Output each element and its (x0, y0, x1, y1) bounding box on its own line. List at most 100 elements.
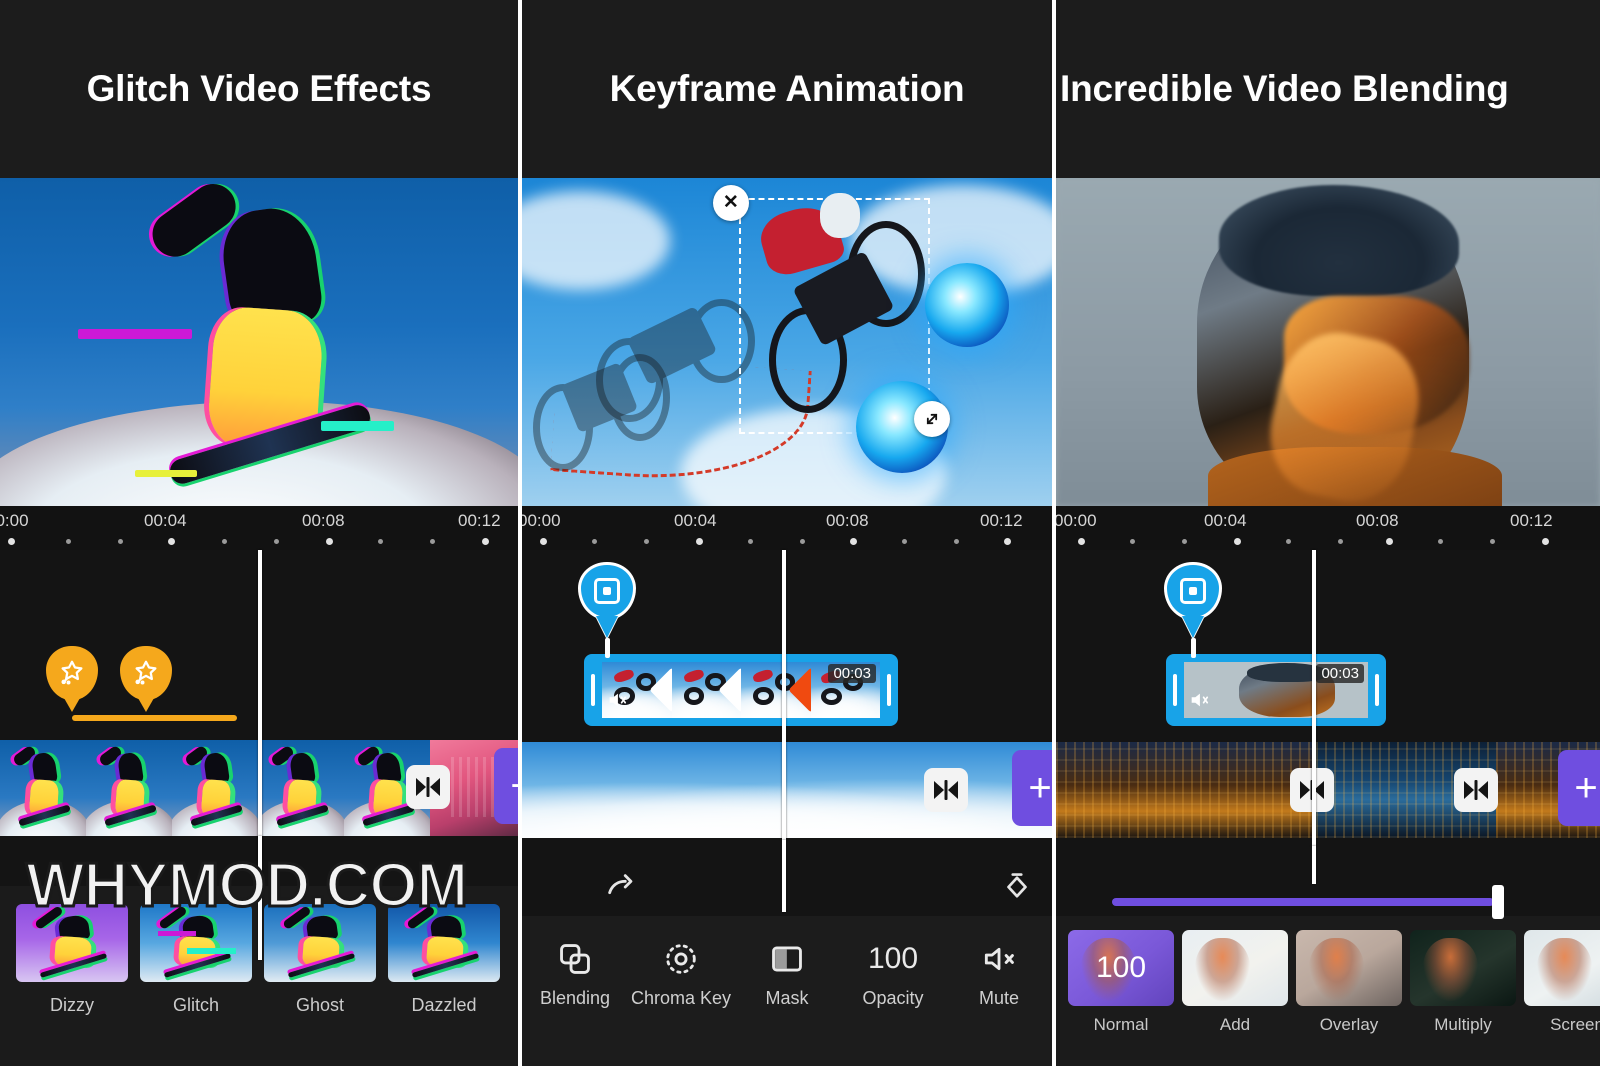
effect-item-dazzled[interactable]: Dazzled (382, 904, 506, 1066)
blend-label: Overlay (1319, 1015, 1379, 1034)
effect-marker[interactable] (46, 646, 98, 712)
add-clip-button[interactable]: + (494, 748, 518, 824)
timeline[interactable]: 00:03 + (522, 550, 1052, 964)
ruler-tick-label: 00:00 (1056, 511, 1097, 530)
background-clip[interactable] (522, 742, 1052, 838)
video-preview[interactable] (0, 178, 518, 506)
filmstrip-frame[interactable] (258, 740, 344, 836)
close-icon: ✕ (722, 192, 739, 214)
overlay-clip[interactable]: 00:03 (1166, 654, 1386, 726)
playhead[interactable] (1312, 550, 1316, 846)
tool-label: Mask (765, 988, 809, 1008)
effect-item-dizzy[interactable]: Dizzy (10, 904, 134, 1066)
preview-snowboarder (143, 178, 373, 487)
clip-trim-handle-right[interactable] (1368, 654, 1386, 726)
tool-mask[interactable]: Mask (734, 916, 840, 1009)
effect-label: Dizzy (50, 995, 94, 1015)
effect-item-glitch[interactable]: Glitch (134, 904, 258, 1066)
effect-duration-bar[interactable] (72, 715, 237, 721)
keyframe-marker[interactable] (1164, 562, 1222, 658)
transition-button[interactable] (406, 765, 450, 809)
mask-icon (768, 938, 806, 980)
panel-header: Incredible Video Blending (1056, 0, 1600, 178)
watermark: WHYMOD.COM (24, 850, 469, 922)
blend-thumbnail[interactable] (1410, 930, 1516, 1006)
preview-ghost-bike (596, 290, 756, 441)
clip-frame (741, 661, 811, 719)
blend-mode-normal[interactable]: 100 Normal (1068, 930, 1174, 1066)
resize-handle-button[interactable] (914, 401, 951, 438)
blend-thumbnail[interactable] (1524, 930, 1600, 1006)
video-preview[interactable] (1056, 178, 1600, 506)
blend-label: Multiply (1434, 1015, 1492, 1034)
timeline-ruler[interactable]: 00:00 00:04 00:08 00:12 (1056, 506, 1600, 550)
page-title: Keyframe Animation (609, 68, 965, 109)
clip-trim-handle-right[interactable] (880, 654, 898, 726)
filmstrip-frame[interactable] (86, 740, 172, 836)
mini-toolbar[interactable] (522, 860, 1052, 918)
clip-trim-handle-left[interactable] (584, 654, 602, 726)
page-title: Incredible Video Blending (1060, 68, 1509, 109)
timeline[interactable]: 00:03 + (1056, 550, 1600, 922)
add-clip-button[interactable]: + (1012, 750, 1052, 826)
playhead-lower[interactable] (1312, 846, 1316, 884)
glitch-bar-magenta (77, 328, 192, 339)
preview-light-orb (924, 263, 1009, 348)
clip-thumbnails[interactable]: 00:03 (1184, 661, 1368, 719)
blend-thumbnail[interactable] (1296, 930, 1402, 1006)
opacity-slider-track[interactable] (1112, 898, 1494, 906)
blend-label: Screen (1550, 1015, 1600, 1034)
transition-button[interactable] (924, 768, 968, 812)
timeline-ruler[interactable]: 00:00 00:04 00:08 00:12 (0, 506, 518, 550)
mute-icon (606, 689, 628, 716)
blend-mode-overlay[interactable]: Overlay (1296, 930, 1402, 1066)
filmstrip-frame[interactable] (0, 740, 86, 836)
blend-mode-multiply[interactable]: Multiply (1410, 930, 1516, 1066)
screenshot-gallery: Glitch Video Effects 00:00 00:04 00:08 0… (0, 0, 1600, 1066)
tool-label: Blending (539, 988, 611, 1008)
transition-button[interactable] (1454, 768, 1498, 812)
ruler-tick-label: 00:00 (0, 511, 29, 530)
opacity-slider-thumb[interactable] (1492, 885, 1504, 919)
redo-button[interactable] (604, 870, 638, 909)
clip-duration-badge: 00:03 (828, 663, 876, 683)
ruler-tick-label: 00:12 (980, 511, 1023, 530)
ruler-tick-label: 00:04 (674, 511, 717, 530)
keyframe-pin-icon (1164, 562, 1222, 620)
clip-thumbnails[interactable]: 00:03 (602, 661, 880, 719)
tool-opacity[interactable]: 100 Opacity (840, 916, 946, 1009)
background-track[interactable] (522, 742, 1052, 838)
clip-toolbar[interactable]: Blending Chroma Key Mask 100 Opacity Mut… (522, 916, 1052, 1066)
blend-mode-screen[interactable]: Screen (1524, 930, 1600, 1066)
ruler-tick-label: 00:08 (302, 511, 345, 530)
clip-trim-handle-left[interactable] (1166, 654, 1184, 726)
blend-label: Normal (1093, 1015, 1149, 1034)
filmstrip-frame[interactable] (172, 740, 258, 836)
timeline-ruler[interactable]: 00:00 00:04 00:08 00:12 (522, 506, 1052, 550)
video-preview[interactable]: ✕ (522, 178, 1052, 506)
effect-marker[interactable] (120, 646, 172, 712)
close-selection-button[interactable]: ✕ (712, 184, 749, 221)
effect-label: Ghost (295, 995, 345, 1015)
tool-blending[interactable]: Blending (522, 916, 628, 1009)
blend-mode-picker[interactable]: 100 Normal Add Overlay Multiply Screen (1056, 916, 1600, 1066)
opacity-value: 100 (867, 942, 919, 975)
background-clip[interactable] (1056, 742, 1316, 838)
playhead[interactable] (782, 550, 786, 840)
blend-thumbnail[interactable]: 100 (1068, 930, 1174, 1006)
transition-icon (416, 777, 440, 797)
add-clip-label: + (1574, 766, 1598, 810)
page-title: Glitch Video Effects (86, 68, 432, 109)
playhead-lower[interactable] (782, 840, 786, 912)
blend-thumbnail[interactable] (1182, 930, 1288, 1006)
effect-item-ghost[interactable]: Ghost (258, 904, 382, 1066)
keyframe-button[interactable] (1000, 870, 1034, 909)
keyframe-marker[interactable] (578, 562, 636, 658)
add-clip-button[interactable]: + (1558, 750, 1600, 826)
playhead[interactable] (258, 550, 262, 860)
overlay-clip[interactable]: 00:03 (584, 654, 898, 726)
blend-label: Add (1219, 1015, 1251, 1034)
blend-mode-add[interactable]: Add (1182, 930, 1288, 1066)
tool-chroma-key[interactable]: Chroma Key (628, 916, 734, 1009)
tool-mute[interactable]: Mute (946, 916, 1052, 1009)
